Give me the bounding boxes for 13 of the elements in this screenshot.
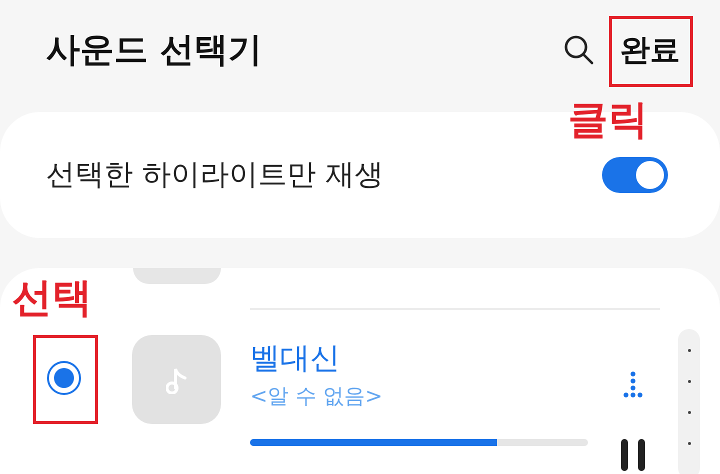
- toggle-switch[interactable]: [602, 157, 668, 193]
- search-icon[interactable]: [562, 33, 596, 67]
- done-button[interactable]: 완료: [620, 30, 680, 70]
- pause-icon[interactable]: [619, 439, 647, 471]
- radio-button[interactable]: [47, 361, 81, 395]
- annotation-label: 클릭: [568, 96, 648, 145]
- screen-title: 사운드 선택기: [46, 29, 263, 72]
- annotation-label: 선택: [12, 274, 92, 323]
- setting-label: 선택한 하이라이트만 재생: [46, 156, 384, 193]
- music-note-icon: [166, 366, 188, 394]
- sound-title: 벨대신: [250, 340, 341, 378]
- index-scrollbar[interactable]: [678, 329, 700, 474]
- artist-name: <알 수 없음>: [250, 383, 384, 410]
